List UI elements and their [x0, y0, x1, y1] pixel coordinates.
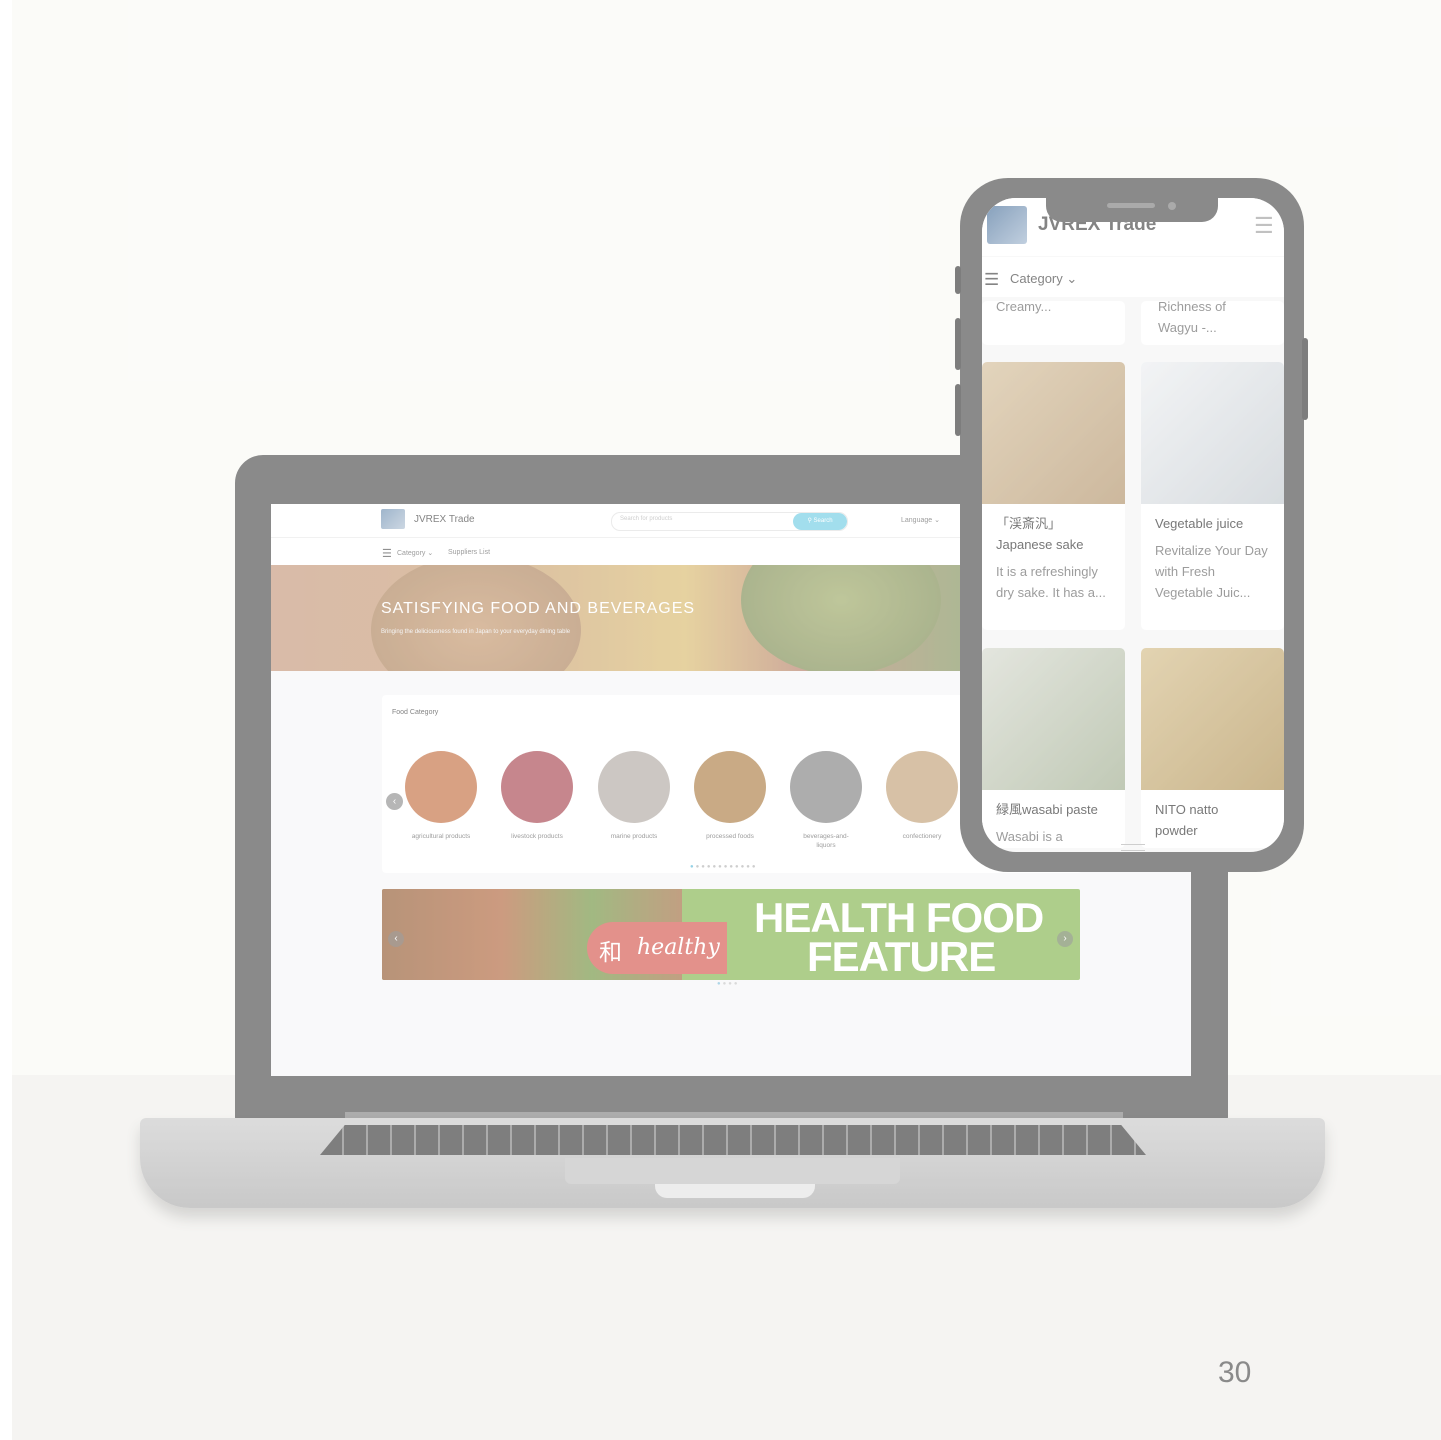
category-item[interactable]: agricultural products — [396, 751, 486, 841]
product-card[interactable]: NITO natto powder — [1141, 648, 1284, 848]
phone-notch — [1046, 196, 1218, 222]
category-item[interactable]: processed foods — [685, 751, 775, 841]
category-image — [790, 751, 862, 823]
phone-speaker — [1107, 203, 1155, 208]
chevron-down-icon: ⌄ — [934, 517, 940, 524]
category-image — [501, 751, 573, 823]
page-number: 30 — [1218, 1356, 1252, 1389]
category-label: confectionery — [902, 833, 942, 840]
phone-volume-down — [955, 384, 961, 436]
hamburger-icon[interactable]: ☰ — [1254, 213, 1274, 239]
category-item[interactable]: confectionery — [877, 751, 967, 841]
product-desc: Creamy... — [996, 301, 1052, 314]
product-card[interactable]: 「渓斎汎」 Japanese sake It is a refreshingly… — [982, 362, 1125, 630]
phone-mute-button — [955, 266, 961, 294]
laptop-keyboard — [320, 1125, 1146, 1155]
category-image — [694, 751, 766, 823]
category-label: livestock products — [511, 833, 563, 840]
category-item[interactable]: livestock products — [492, 751, 582, 841]
product-name: 緑風wasabi paste — [996, 802, 1098, 817]
banner-jp-mark: 和 — [599, 939, 622, 965]
health-food-banner[interactable]: 和 healthy HEALTH FOOD FEATURE ‹ › — [382, 889, 1080, 980]
chevron-down-icon: ⌄ — [1066, 271, 1078, 286]
language-label: Language — [901, 517, 933, 524]
product-card[interactable]: Richness of Wagyu -... — [1141, 301, 1284, 345]
nav-suppliers[interactable]: Suppliers List — [448, 549, 490, 556]
nav-category-label: Category — [397, 550, 426, 557]
laptop-lid-notch — [655, 1184, 815, 1198]
banner-dots[interactable]: ●●●● — [717, 981, 740, 987]
product-image — [1141, 362, 1284, 504]
category-label: processed foods — [706, 833, 754, 840]
product-card[interactable]: Vegetable juice Revitalize Your Day with… — [1141, 362, 1284, 630]
product-desc: Wasabi is a — [996, 829, 1063, 844]
search-placeholder: Search for products — [620, 516, 673, 522]
product-desc: Revitalize Your Day with Fresh Vegetable… — [1155, 543, 1268, 600]
scroll-handle[interactable] — [1121, 844, 1145, 851]
banner-healthy-text: healthy — [637, 935, 720, 960]
chevron-left-icon[interactable]: ‹ — [388, 931, 404, 947]
chevron-right-icon[interactable]: › — [1057, 931, 1073, 947]
phone-power-button — [1302, 338, 1308, 420]
product-image — [1141, 648, 1284, 790]
nav-category[interactable]: Category ⌄ — [397, 549, 433, 557]
search-button[interactable]: ⚲ Search — [793, 513, 847, 530]
category-image — [405, 751, 477, 823]
category-image — [598, 751, 670, 823]
category-item[interactable]: beverages-and-liquors — [781, 751, 871, 850]
phone-logo[interactable] — [987, 206, 1027, 244]
search-input[interactable]: Search for products ⚲ Search — [611, 512, 848, 531]
search-button-label: Search — [813, 518, 833, 524]
product-image — [982, 648, 1125, 790]
chevron-left-icon[interactable]: ‹ — [386, 793, 403, 810]
category-image — [886, 751, 958, 823]
product-image — [982, 362, 1125, 504]
phone-volume-up — [955, 318, 961, 370]
product-name: 「渓斎汎」 Japanese sake — [996, 516, 1084, 552]
language-selector[interactable]: Language ⌄ — [901, 516, 940, 524]
product-desc: It is a refreshingly dry sake. It has a.… — [996, 564, 1106, 600]
category-label: beverages-and-liquors — [803, 833, 849, 849]
category-item[interactable]: marine products — [589, 751, 679, 841]
product-card[interactable]: 緑風wasabi paste Wasabi is a — [982, 648, 1125, 848]
hero-title: SATISFYING FOOD AND BEVERAGES — [381, 600, 696, 617]
food-category-heading: Food Category — [392, 709, 439, 716]
product-desc: Richness of Wagyu -... — [1158, 301, 1226, 335]
hamburger-icon[interactable]: ☰ — [382, 547, 392, 560]
product-name: Vegetable juice — [1155, 516, 1244, 531]
carousel-dots[interactable]: ●●●●●●●●●●●● — [690, 864, 758, 870]
menu-icon[interactable]: ☰ — [984, 270, 999, 290]
banner-title-line2: FEATURE — [807, 933, 996, 980]
left-border — [0, 0, 12, 1440]
laptop-trackpad — [565, 1158, 900, 1184]
category-label: marine products — [610, 833, 658, 840]
chevron-down-icon: ⌄ — [427, 550, 434, 557]
product-name: NITO natto powder — [1155, 802, 1219, 838]
phone-screen: JVREX Trade ☰ ☰ Category ⌄ Creamy... Ric… — [982, 198, 1284, 852]
hero-subtitle: Bringing the deliciousness found in Japa… — [381, 629, 571, 635]
site-logo[interactable] — [381, 509, 405, 529]
phone-category[interactable]: Category ⌄ — [1010, 271, 1077, 287]
product-card[interactable]: Creamy... — [982, 301, 1125, 345]
phone-category-label: Category — [1010, 271, 1063, 286]
phone-camera — [1168, 202, 1176, 210]
site-title[interactable]: JVREX Trade — [414, 514, 475, 525]
category-label: agricultural products — [411, 833, 471, 840]
